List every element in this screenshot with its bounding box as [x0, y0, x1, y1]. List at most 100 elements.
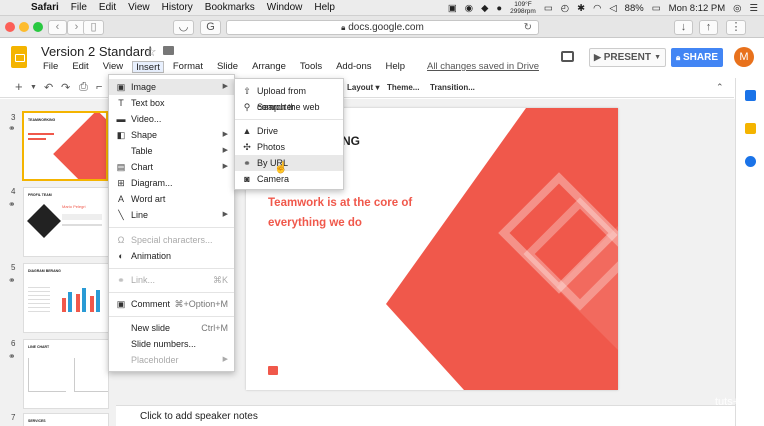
- insert-chart-item[interactable]: ▤ Chart ▶: [109, 159, 234, 175]
- insert-table-item[interactable]: Table ▶: [109, 143, 234, 159]
- insert-special-chars-item[interactable]: Ω Special characters...: [109, 232, 234, 248]
- maximize-window-button[interactable]: [33, 22, 43, 32]
- comments-icon[interactable]: [561, 51, 574, 62]
- chevron-down-icon[interactable]: ▼: [654, 49, 661, 66]
- dropbox-icon[interactable]: ◆: [481, 3, 488, 14]
- insert-new-slide-item[interactable]: New slide Ctrl+M: [109, 320, 234, 336]
- by-url-item[interactable]: ⚭ By URL: [235, 155, 343, 171]
- volume-icon[interactable]: ◁: [609, 3, 616, 14]
- clock[interactable]: Mon 8:12 PM: [669, 3, 726, 14]
- insert-diagram-item[interactable]: ⊞ Diagram...: [109, 175, 234, 191]
- menu-help[interactable]: Help: [314, 2, 335, 13]
- camera-item[interactable]: ◙ Camera: [235, 171, 343, 187]
- collapse-toolbar-icon[interactable]: ⌃: [716, 82, 724, 93]
- insert-link-item[interactable]: ⚭ Link... ⌘K: [109, 272, 234, 288]
- drive-item[interactable]: ▲ Drive: [235, 123, 343, 139]
- insert-line-item[interactable]: ╲ Line ▶: [109, 207, 234, 223]
- docs-menu-file[interactable]: File: [41, 61, 60, 73]
- slide-thumbnail[interactable]: DIAGRAM BERANG: [23, 263, 109, 333]
- insert-image-item[interactable]: ▣ Image ▶: [109, 79, 234, 95]
- print-icon[interactable]: ⎙: [79, 81, 88, 94]
- upload-from-computer-item[interactable]: ⇧ Upload from computer: [235, 83, 343, 112]
- timemachine-icon[interactable]: ◴: [561, 3, 569, 14]
- pocket-button[interactable]: ◡: [173, 20, 194, 35]
- menu-view[interactable]: View: [128, 2, 150, 13]
- screen-record-icon[interactable]: ▣: [448, 3, 457, 14]
- insert-placeholder-item[interactable]: Placeholder ▶: [109, 352, 234, 368]
- transition-button[interactable]: Transition...: [430, 83, 475, 92]
- slide-thumbnail[interactable]: PROFIL TEAM Mario Pelegri: [23, 187, 109, 257]
- thumb-title: SERVICES: [28, 419, 46, 423]
- layout-button[interactable]: Layout ▾: [347, 83, 379, 92]
- notification-center-icon[interactable]: ☰: [749, 3, 758, 14]
- docs-menu-edit[interactable]: Edit: [70, 61, 90, 73]
- slide-thumbnail[interactable]: LINE CHART: [23, 339, 109, 409]
- menu-app-name[interactable]: Safari: [31, 2, 59, 13]
- menu-history[interactable]: History: [162, 2, 193, 13]
- docs-menu-insert[interactable]: Insert: [132, 61, 164, 73]
- menu-file[interactable]: File: [71, 2, 87, 13]
- document-title[interactable]: Version 2 Standard: [41, 44, 152, 59]
- star-icon[interactable]: ☆: [145, 44, 157, 60]
- insert-slide-numbers-item[interactable]: Slide numbers...: [109, 336, 234, 352]
- folder-icon[interactable]: [163, 46, 174, 55]
- menu-window[interactable]: Window: [267, 2, 303, 13]
- insert-animation-item[interactable]: ◐ Animation: [109, 248, 234, 264]
- docs-menu-tools[interactable]: Tools: [298, 61, 324, 73]
- address-bar[interactable]: 🔒︎ docs.google.com ↻: [226, 20, 539, 35]
- present-button[interactable]: ▶ PRESENT ▼: [589, 48, 666, 67]
- wifi-icon[interactable]: ◠: [593, 3, 601, 14]
- insert-textbox-item[interactable]: T Text box: [109, 95, 234, 111]
- reload-icon[interactable]: ↻: [524, 21, 532, 34]
- battery-percent[interactable]: 88%: [625, 3, 644, 14]
- more-button[interactable]: ⋮: [726, 20, 746, 35]
- menu-bookmarks[interactable]: Bookmarks: [205, 2, 255, 13]
- slide-thumbnail[interactable]: TEAMWORKING: [22, 111, 108, 181]
- docs-menu-addons[interactable]: Add-ons: [334, 61, 373, 73]
- undo-icon[interactable]: ↶: [44, 81, 53, 94]
- temperature-readout[interactable]: 109°F 2998rpm: [510, 1, 536, 15]
- camera-icon[interactable]: ◉: [465, 3, 473, 14]
- sidebar-button[interactable]: ▯: [83, 20, 104, 35]
- quote-line-2[interactable]: everything we do: [268, 217, 362, 229]
- docs-menu-format[interactable]: Format: [171, 61, 205, 73]
- slides-logo-icon[interactable]: [11, 46, 27, 68]
- docs-menu-arrange[interactable]: Arrange: [250, 61, 288, 73]
- avatar[interactable]: M: [734, 47, 754, 67]
- insert-comment-item[interactable]: ▣ Comment ⌘+Option+M: [109, 296, 234, 312]
- calendar-icon[interactable]: [745, 90, 756, 101]
- chevron-down-icon[interactable]: ▼: [30, 84, 37, 91]
- insert-wordart-item[interactable]: A Word art: [109, 191, 234, 207]
- minimize-window-button[interactable]: [19, 22, 29, 32]
- airplay-icon[interactable]: ▭: [544, 3, 553, 14]
- insert-video-item[interactable]: ▬ Video...: [109, 111, 234, 127]
- thumb-quote-line: [28, 138, 46, 140]
- keep-icon[interactable]: [745, 123, 756, 134]
- quote-line-1[interactable]: Teamwork is at the core of: [268, 197, 412, 209]
- slide-thumbnail[interactable]: SERVICES: [23, 413, 109, 426]
- share-button[interactable]: 🔒︎ SHARE: [671, 48, 723, 67]
- theme-button[interactable]: Theme...: [387, 83, 419, 92]
- back-button[interactable]: ‹: [48, 20, 67, 35]
- bluetooth-icon[interactable]: ✱: [577, 3, 585, 14]
- speaker-notes[interactable]: Click to add speaker notes: [116, 405, 735, 426]
- insert-shape-item[interactable]: ◧ Shape ▶: [109, 127, 234, 143]
- paint-format-icon[interactable]: ⌐: [96, 81, 102, 93]
- tasks-icon[interactable]: [745, 156, 756, 167]
- docs-menu-slide[interactable]: Slide: [215, 61, 240, 73]
- menu-edit[interactable]: Edit: [99, 2, 116, 13]
- siri-icon[interactable]: ◎: [733, 3, 741, 14]
- search-the-web-item[interactable]: ⚲ Search the web: [235, 99, 343, 115]
- new-slide-icon[interactable]: +: [15, 79, 23, 94]
- downloads-button[interactable]: ↓: [674, 20, 693, 35]
- redo-icon[interactable]: ↷: [61, 81, 70, 94]
- extension-button[interactable]: G: [200, 20, 221, 35]
- close-window-button[interactable]: [5, 22, 15, 32]
- save-status[interactable]: All changes saved in Drive: [425, 61, 541, 73]
- docs-menu-view[interactable]: View: [101, 61, 125, 73]
- lastpass-icon[interactable]: ●: [496, 3, 502, 14]
- share-page-button[interactable]: ↑: [699, 20, 718, 35]
- slide-heading[interactable]: NG: [342, 134, 360, 148]
- photos-item[interactable]: ✣ Photos: [235, 139, 343, 155]
- docs-menu-help[interactable]: Help: [383, 61, 407, 73]
